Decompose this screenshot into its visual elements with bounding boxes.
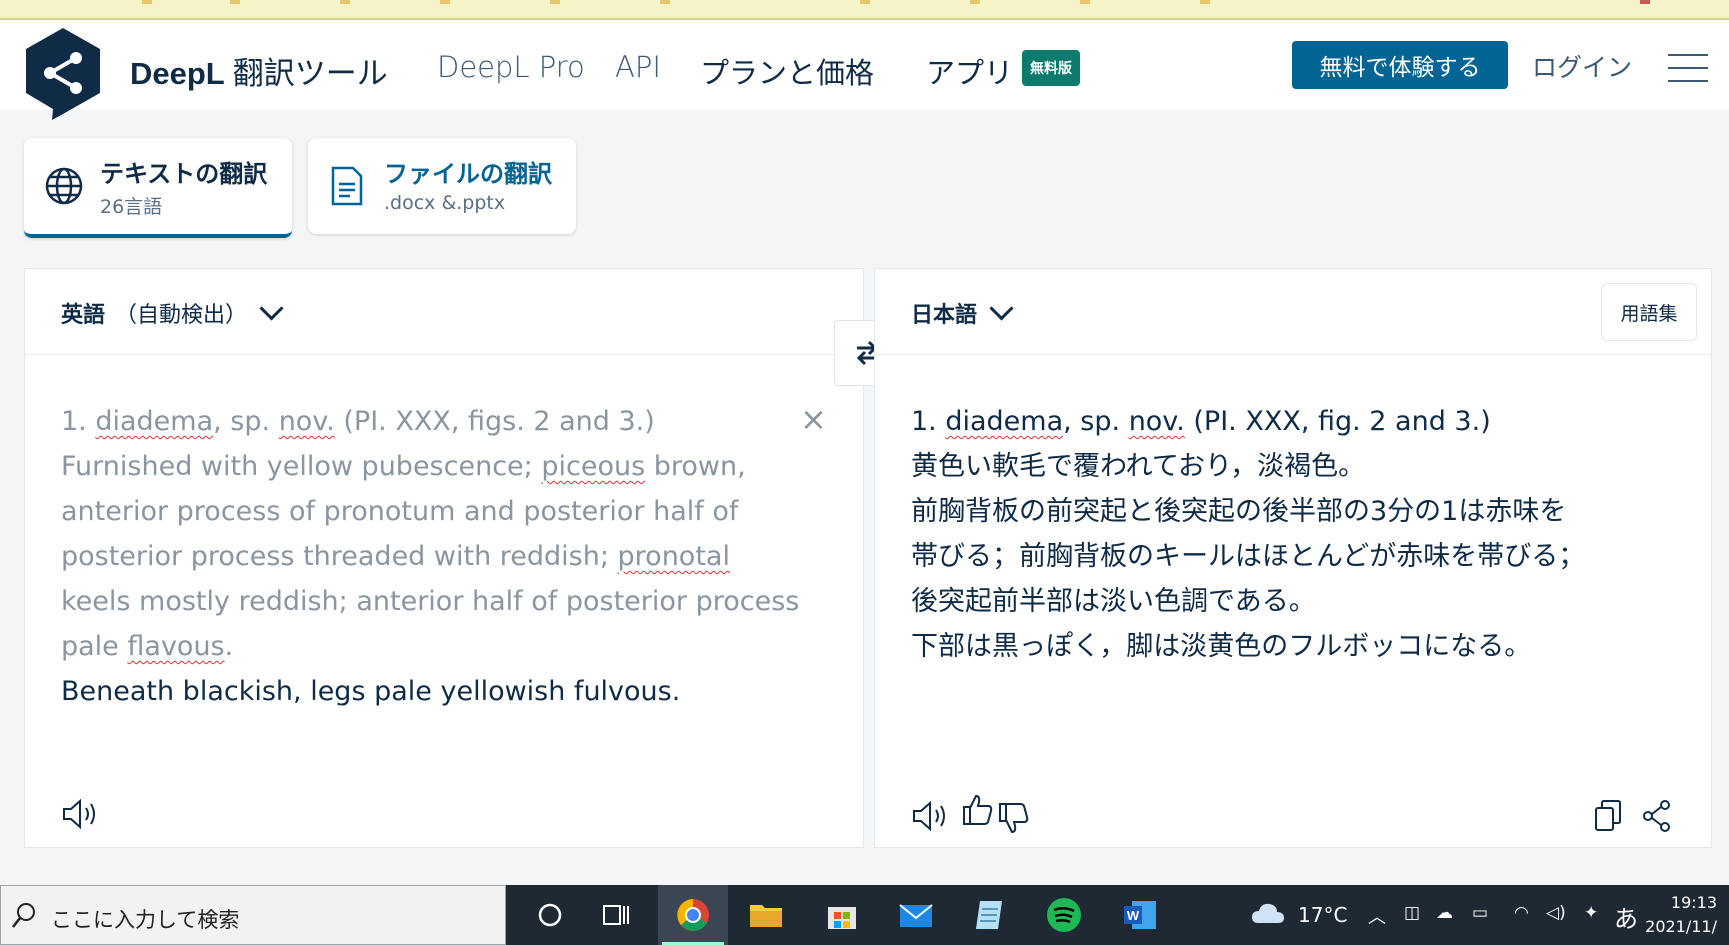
glossary-button[interactable]: 用語集 (1601, 283, 1697, 341)
nav-api[interactable]: API (615, 50, 661, 84)
tab-file-subtitle: .docx &.pptx (384, 192, 506, 214)
windows-taskbar: ここに入力して検索 W 17°C ︿ ◫ ☁ ▭ ◠ ◁) ✦ あ 19:13 … (0, 885, 1729, 945)
tab-file-title: ファイルの翻訳 (384, 160, 552, 188)
source-lang-label: 英語 (61, 303, 106, 328)
weather-temperature: 17°C (1298, 903, 1348, 927)
site-header: DeepL 翻訳ツール DeepL Pro API プランと価格 アプリ 無料版 … (0, 20, 1729, 120)
thumbs-up-icon[interactable] (961, 793, 995, 827)
source-lang-bar: 英語 （自動検出） (25, 269, 863, 355)
nav-apps[interactable]: アプリ (926, 50, 1013, 92)
target-line: 下部は黒っぽく，脚は淡黄色のフルボッコになる。 (911, 631, 1532, 662)
spotify-icon[interactable] (1044, 895, 1084, 935)
tab-file-translation[interactable]: ファイルの翻訳 .docx &.pptx (308, 138, 576, 234)
tab-text-subtitle: 26言語 (100, 196, 163, 218)
browser-bookmark-strip (0, 0, 1729, 20)
battery-icon[interactable]: ▭ (1472, 903, 1488, 923)
source-line: 1. diadema, sp. nov. (PI. XXX, figs. 2 a… (61, 406, 655, 437)
file-explorer-icon[interactable] (746, 895, 786, 935)
taskbar-search-box[interactable]: ここに入力して検索 (0, 885, 506, 945)
hamburger-menu-icon[interactable] (1668, 54, 1708, 82)
taskbar-chrome-active[interactable] (658, 885, 728, 945)
clock-time: 19:13 (1670, 893, 1717, 912)
target-panel: 日本語 用語集 1. diadema, sp. nov. (PI. XXX, f… (874, 268, 1712, 848)
onedrive-icon[interactable]: ☁ (1436, 903, 1453, 923)
wifi-icon[interactable]: ◠ (1514, 903, 1529, 923)
login-link[interactable]: ログイン (1532, 48, 1632, 84)
dropbox-icon[interactable]: ✦ (1584, 903, 1598, 923)
ime-indicator[interactable]: あ (1614, 899, 1638, 934)
target-line: 前胸背板の前突起と後突起の後半部の3分の1は赤味を (911, 496, 1567, 527)
thumbs-down-icon[interactable] (997, 801, 1031, 835)
clear-text-close-icon[interactable]: × (800, 400, 827, 438)
share-icon[interactable] (1641, 799, 1673, 833)
nav-pricing[interactable]: プランと価格 (700, 50, 874, 92)
target-line: 1. diadema, sp. nov. (PI. XXX, fig. 2 an… (911, 406, 1491, 437)
search-icon (12, 903, 35, 928)
globe-icon (45, 167, 83, 205)
auto-detect-label: （自動検出） (115, 303, 248, 328)
svg-text:W: W (1127, 908, 1140, 923)
deepl-logo-icon[interactable] (22, 26, 104, 120)
clock-date: 2021/11/ (1645, 917, 1717, 936)
brand[interactable]: DeepL 翻訳ツール (130, 48, 388, 93)
try-free-button[interactable]: 無料で体験する (1292, 41, 1508, 89)
meet-now-icon[interactable]: ◫ (1404, 903, 1420, 923)
tab-text-translation[interactable]: テキストの翻訳 26言語 (24, 138, 292, 238)
volume-icon[interactable]: ◁) (1546, 903, 1566, 923)
brand-subtitle: 翻訳ツール (232, 56, 388, 92)
speaker-icon[interactable] (911, 799, 951, 833)
target-line: 黄色い軟毛で覆われており，淡褐色。 (911, 451, 1366, 482)
notepad-icon[interactable] (970, 895, 1010, 935)
source-line: anterior process of pronotum and posteri… (61, 496, 739, 527)
source-lang-select[interactable]: 英語 （自動検出） (61, 296, 284, 329)
chevron-down-icon (989, 296, 1014, 321)
target-line: 後突起前半部は淡い色調である。 (911, 586, 1316, 617)
chevron-down-icon (259, 296, 284, 321)
mail-icon[interactable] (896, 895, 936, 935)
store-icon[interactable] (822, 895, 862, 935)
chrome-icon (677, 899, 709, 931)
source-line: Furnished with yellow pubescence; piceou… (61, 451, 746, 482)
source-line: Beneath blackish, legs pale yellowish fu… (61, 676, 681, 707)
speaker-icon[interactable] (61, 797, 101, 831)
target-lang-bar: 日本語 用語集 (875, 269, 1711, 355)
nav-deepl-pro[interactable]: DeepL Pro (437, 50, 585, 84)
target-line: 帯びる；前胸背板のキールはほとんどが赤味を帯びる； (911, 541, 1586, 572)
task-view-icon[interactable] (596, 895, 636, 935)
copy-icon[interactable] (1593, 799, 1623, 833)
brand-name: DeepL (130, 56, 225, 91)
weather-cloud-icon[interactable] (1250, 899, 1286, 927)
free-badge: 無料版 (1022, 50, 1080, 86)
target-lang-label: 日本語 (911, 303, 978, 328)
tab-text-title: テキストの翻訳 (100, 160, 268, 188)
document-icon (331, 166, 363, 206)
word-icon[interactable]: W (1120, 895, 1160, 935)
taskbar-clock[interactable]: 19:13 2021/11/ (1645, 891, 1717, 939)
target-lang-select[interactable]: 日本語 (911, 296, 1014, 329)
source-line: keels mostly reddish; anterior half of p… (61, 586, 800, 617)
source-line: posterior process threaded with reddish;… (61, 541, 730, 572)
cortana-icon[interactable] (530, 895, 570, 935)
source-line: pale flavous. (61, 631, 234, 662)
taskbar-search-placeholder: ここに入力して検索 (51, 908, 240, 932)
source-textarea[interactable]: 1. diadema, sp. nov. (PI. XXX, figs. 2 a… (61, 399, 833, 714)
source-panel: 英語 （自動検出） 1. diadema, sp. nov. (PI. XXX, … (24, 268, 864, 848)
target-textarea[interactable]: 1. diadema, sp. nov. (PI. XXX, fig. 2 an… (911, 399, 1681, 669)
show-hidden-icons-chevron-up-icon[interactable]: ︿ (1368, 903, 1386, 929)
